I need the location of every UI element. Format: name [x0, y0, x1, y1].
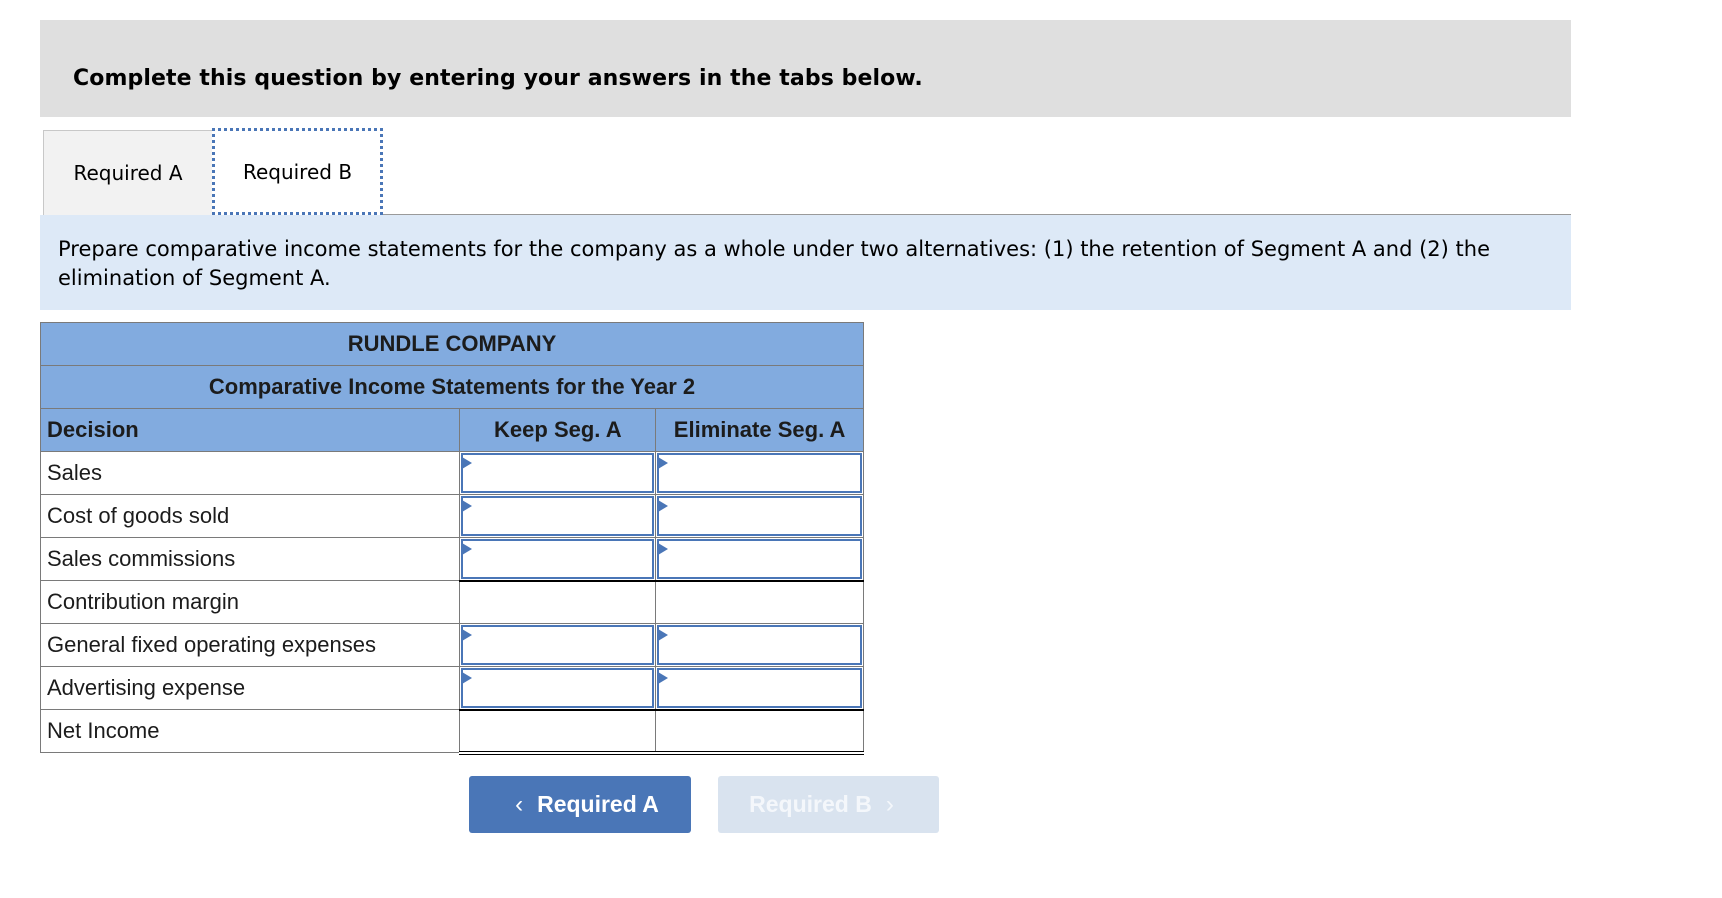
fixed-expenses-keep-input-box: [461, 625, 655, 665]
keep-cell: [459, 494, 657, 538]
income-statement-table: RUNDLE COMPANY Comparative Income Statem…: [39, 322, 864, 755]
contribution-margin-eliminate-value: [655, 579, 864, 624]
next-required-b-button[interactable]: Required B ›: [718, 776, 939, 833]
input-flag-icon: [462, 457, 473, 469]
row-label: Advertising expense: [39, 666, 461, 710]
row-label: Sales: [39, 451, 461, 495]
advertising-eliminate-input-box: [657, 668, 862, 708]
sales-keep-input[interactable]: [463, 455, 653, 491]
contribution-margin-keep-value: [459, 579, 657, 624]
next-button-label: Required B: [749, 791, 872, 817]
input-flag-icon: [658, 672, 669, 684]
chevron-left-icon: ‹: [515, 790, 524, 818]
input-flag-icon: [658, 629, 669, 641]
keep-cell: [459, 537, 657, 581]
eliminate-cell: [655, 451, 864, 495]
cogs-eliminate-input[interactable]: [659, 498, 860, 534]
advertising-keep-input-box: [461, 668, 655, 708]
input-flag-icon: [658, 500, 669, 512]
tab-required-a[interactable]: Required A: [43, 130, 213, 215]
table-row-net-income: Net Income: [39, 708, 864, 755]
input-flag-icon: [462, 543, 473, 555]
eliminate-cell: [655, 494, 864, 538]
commissions-eliminate-input[interactable]: [659, 541, 860, 577]
sales-eliminate-input[interactable]: [659, 455, 860, 491]
column-header-keep: Keep Seg. A: [459, 408, 657, 452]
keep-cell: [459, 666, 657, 710]
table-row-advertising-expense: Advertising expense: [39, 666, 864, 710]
cogs-keep-input-box: [461, 496, 655, 536]
row-label: Sales commissions: [39, 537, 461, 581]
advertising-keep-input[interactable]: [463, 670, 653, 706]
fixed-expenses-keep-input[interactable]: [463, 627, 653, 663]
table-row-general-fixed-expenses: General fixed operating expenses: [39, 623, 864, 667]
keep-cell: [459, 623, 657, 667]
sales-eliminate-input-box: [657, 453, 862, 493]
input-flag-icon: [462, 629, 473, 641]
row-label: Contribution margin: [39, 580, 461, 624]
advertising-eliminate-input[interactable]: [659, 670, 860, 706]
sales-keep-input-box: [461, 453, 655, 493]
column-header-eliminate: Eliminate Seg. A: [655, 408, 864, 452]
commissions-eliminate-input-box: [657, 539, 862, 579]
input-flag-icon: [462, 500, 473, 512]
fixed-expenses-eliminate-input[interactable]: [659, 627, 860, 663]
table-row-cogs: Cost of goods sold: [39, 494, 864, 538]
eliminate-cell: [655, 623, 864, 667]
commissions-keep-input-box: [461, 539, 655, 579]
input-flag-icon: [658, 457, 669, 469]
input-flag-icon: [658, 543, 669, 555]
table-row-sales-commissions: Sales commissions: [39, 537, 864, 581]
table-row-sales: Sales: [39, 451, 864, 495]
instructions-header: Complete this question by entering your …: [40, 20, 1571, 117]
tab-bar: Required A Required B: [43, 128, 1571, 215]
prev-required-a-button[interactable]: ‹ Required A: [469, 776, 691, 833]
eliminate-cell: [655, 666, 864, 710]
input-flag-icon: [462, 672, 473, 684]
fixed-expenses-eliminate-input-box: [657, 625, 862, 665]
cogs-keep-input[interactable]: [463, 498, 653, 534]
commissions-keep-input[interactable]: [463, 541, 653, 577]
prev-button-label: Required A: [537, 791, 659, 817]
table-row-contribution-margin: Contribution margin: [39, 579, 864, 624]
net-income-eliminate-value: [655, 708, 864, 755]
chevron-right-icon: ›: [885, 790, 894, 818]
statement-title: Comparative Income Statements for the Ye…: [40, 365, 864, 409]
row-label: Net Income: [39, 709, 461, 753]
column-header-decision: Decision: [39, 408, 461, 452]
cogs-eliminate-input-box: [657, 496, 862, 536]
tab-required-b[interactable]: Required B: [212, 128, 383, 215]
row-label: General fixed operating expenses: [39, 623, 461, 667]
row-label: Cost of goods sold: [39, 494, 461, 538]
instructions-title: Complete this question by entering your …: [73, 66, 923, 91]
keep-cell: [459, 451, 657, 495]
question-prompt: Prepare comparative income statements fo…: [40, 215, 1571, 310]
company-name: RUNDLE COMPANY: [40, 322, 864, 366]
eliminate-cell: [655, 537, 864, 581]
net-income-keep-value: [459, 708, 657, 755]
